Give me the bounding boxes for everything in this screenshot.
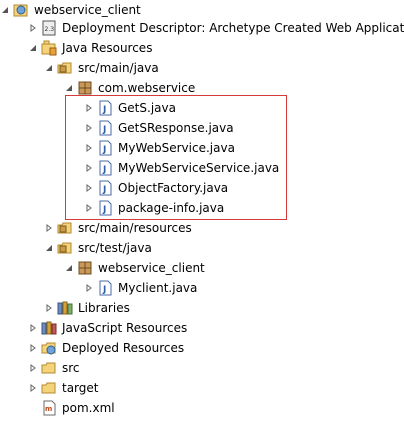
tree-item-label: Deployed Resources — [62, 341, 185, 355]
tree-item-java-resources[interactable]: Java Resources — [28, 38, 152, 58]
expand-arrow-icon[interactable] — [84, 163, 94, 173]
tree-item-label: GetSResponse.java — [118, 121, 234, 135]
tree-item-label: src/test/java — [78, 241, 152, 255]
svg-text:J: J — [102, 145, 106, 155]
web-project-icon — [13, 2, 29, 18]
folder-icon — [41, 380, 57, 396]
tree-item-label: target — [62, 381, 99, 395]
tree-item-label: pom.xml — [62, 401, 115, 415]
svg-text:2.3: 2.3 — [45, 26, 55, 33]
java-file-icon: J — [97, 280, 113, 296]
expand-arrow-icon[interactable] — [28, 383, 38, 393]
tree-item-java-file[interactable]: J GetSResponse.java — [84, 118, 234, 138]
tree-item-label: Myclient.java — [118, 281, 198, 295]
svg-text:J: J — [102, 165, 106, 175]
expand-arrow-icon[interactable] — [28, 23, 38, 33]
javascript-resources-icon — [41, 320, 57, 336]
expand-arrow-icon[interactable] — [28, 323, 38, 333]
source-folder-icon — [57, 240, 73, 256]
expand-arrow-icon[interactable] — [28, 363, 38, 373]
tree-item-label: src/main/resources — [78, 221, 192, 235]
tree-item-package-webservice-client[interactable]: webservice_client — [64, 258, 205, 278]
tree-item-project[interactable]: webservice_client — [0, 0, 141, 20]
package-icon — [77, 80, 93, 96]
tree-item-label: webservice_client — [98, 261, 205, 275]
java-file-icon: J — [97, 140, 113, 156]
tree-item-label: com.webservice — [98, 81, 196, 95]
tree-item-label: src/main/java — [78, 61, 159, 75]
tree-item-package-com-webservice[interactable]: com.webservice — [64, 78, 195, 98]
collapse-arrow-icon[interactable] — [44, 63, 54, 73]
expand-arrow-icon[interactable] — [84, 203, 94, 213]
tree-item-label: Libraries — [78, 301, 130, 315]
tree-item-label: JavaScript Resources — [62, 321, 188, 335]
tree-item-label: package-info.java — [118, 201, 225, 215]
expand-arrow-icon[interactable] — [84, 183, 94, 193]
tree-item-label: MyWebServiceService.java — [118, 161, 280, 175]
tree-item-label: Java Resources — [62, 41, 153, 55]
tree-item-label: Deployment Descriptor: Archetype Created… — [62, 21, 404, 35]
xml-file-icon: m — [41, 400, 57, 416]
package-icon — [77, 260, 93, 276]
deployed-resources-icon — [41, 340, 57, 356]
tree-item-label: webservice_client — [34, 3, 141, 17]
tree-item-label: ObjectFactory.java — [118, 181, 229, 195]
tree-item-java-file[interactable]: J MyWebServiceService.java — [84, 158, 279, 178]
svg-text:J: J — [102, 285, 106, 295]
tree-item-javascript-resources[interactable]: JavaScript Resources — [28, 318, 187, 338]
libraries-icon — [57, 300, 73, 316]
tree-item-pom-xml[interactable]: m pom.xml — [41, 398, 115, 418]
collapse-arrow-icon[interactable] — [44, 243, 54, 253]
tree-item-deployment-descriptor[interactable]: 2.3 Deployment Descriptor: Archetype Cre… — [28, 18, 404, 38]
expand-arrow-icon[interactable] — [44, 223, 54, 233]
tree-item-deployed-resources[interactable]: Deployed Resources — [28, 338, 184, 358]
java-resources-icon — [41, 40, 57, 56]
expand-arrow-icon[interactable] — [84, 143, 94, 153]
expand-arrow-icon[interactable] — [84, 103, 94, 113]
tree-item-java-file[interactable]: J MyWebService.java — [84, 138, 235, 158]
expand-arrow-icon[interactable] — [28, 343, 38, 353]
source-folder-icon — [57, 220, 73, 236]
collapse-arrow-icon[interactable] — [28, 43, 38, 53]
java-file-icon: J — [97, 200, 113, 216]
tree-item-src-main-resources[interactable]: src/main/resources — [44, 218, 192, 238]
expand-arrow-icon[interactable] — [44, 303, 54, 313]
svg-text:J: J — [102, 185, 106, 195]
java-file-icon: J — [97, 180, 113, 196]
folder-icon — [41, 360, 57, 376]
svg-text:J: J — [102, 205, 106, 215]
tree-item-src-main-java[interactable]: src/main/java — [44, 58, 159, 78]
source-folder-icon — [57, 60, 73, 76]
tree-item-java-file[interactable]: J GetS.java — [84, 98, 176, 118]
java-file-icon: J — [97, 100, 113, 116]
svg-text:m: m — [45, 405, 52, 413]
tree-item-label: src — [62, 361, 80, 375]
tree-item-src-test-java[interactable]: src/test/java — [44, 238, 152, 258]
tree-item-src-folder[interactable]: src — [28, 358, 80, 378]
tree-item-java-file[interactable]: J Myclient.java — [84, 278, 197, 298]
expand-arrow-icon[interactable] — [84, 283, 94, 293]
tree-item-libraries[interactable]: Libraries — [44, 298, 130, 318]
tree-item-java-file[interactable]: J package-info.java — [84, 198, 224, 218]
svg-text:J: J — [102, 105, 106, 115]
java-file-icon: J — [97, 160, 113, 176]
tree-item-label: GetS.java — [118, 101, 176, 115]
collapse-arrow-icon[interactable] — [0, 5, 10, 15]
java-file-icon: J — [97, 120, 113, 136]
tree-item-target-folder[interactable]: target — [28, 378, 99, 398]
collapse-arrow-icon[interactable] — [64, 263, 74, 273]
tree-item-label: MyWebService.java — [118, 141, 235, 155]
collapse-arrow-icon[interactable] — [64, 83, 74, 93]
tree-item-java-file[interactable]: J ObjectFactory.java — [84, 178, 228, 198]
svg-text:J: J — [102, 125, 106, 135]
deployment-descriptor-icon: 2.3 — [41, 20, 57, 36]
expand-arrow-icon[interactable] — [84, 123, 94, 133]
